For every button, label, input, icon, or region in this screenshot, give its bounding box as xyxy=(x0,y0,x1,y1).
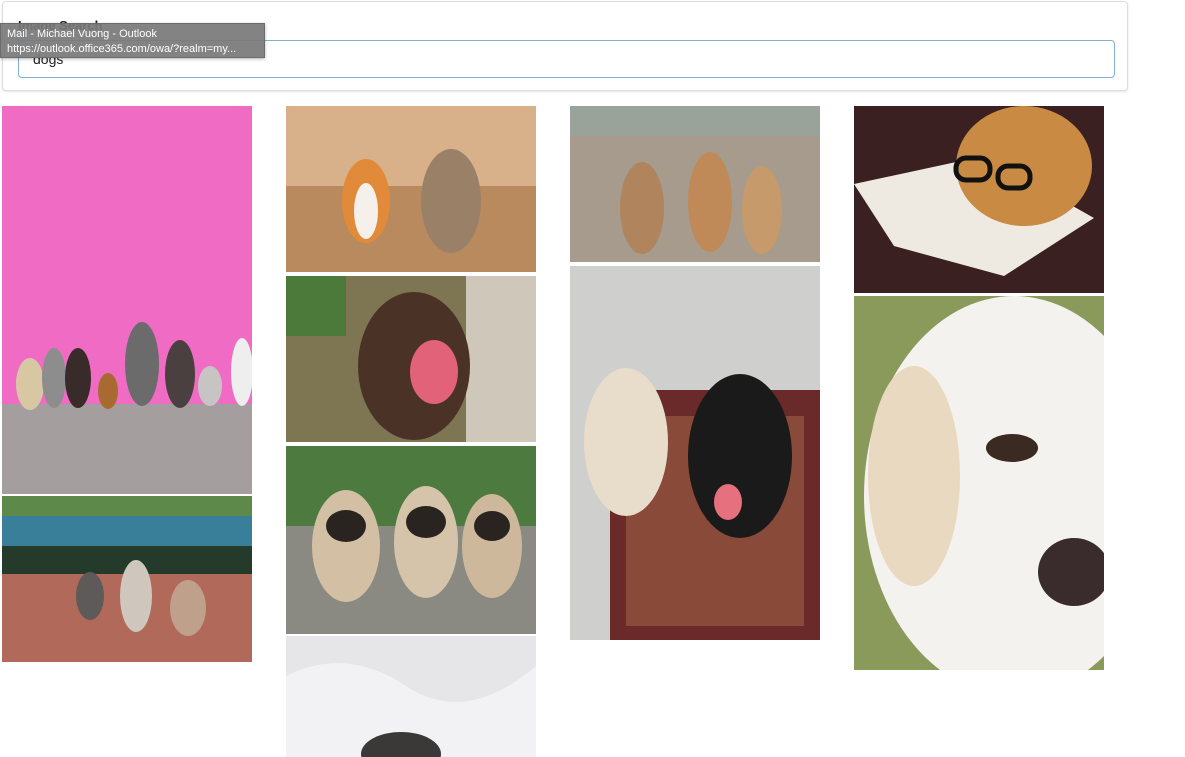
tooltip-url: https://outlook.office365.com/owa/?realm… xyxy=(7,43,237,55)
image-icon xyxy=(570,106,820,262)
image-icon xyxy=(854,296,1104,670)
image-icon xyxy=(286,106,536,272)
photo-dog-tongue[interactable] xyxy=(286,276,536,442)
photo-corgi-yorkie[interactable] xyxy=(286,106,536,272)
photo-dogs-pink-wall[interactable] xyxy=(2,106,252,494)
photo-dogs-street[interactable] xyxy=(2,496,252,662)
image-icon xyxy=(286,636,536,757)
photo-dog-blanket[interactable] xyxy=(286,636,536,757)
photo-two-dogs-rug[interactable] xyxy=(570,266,820,640)
photo-three-puppies[interactable] xyxy=(570,106,820,262)
image-icon xyxy=(2,106,252,494)
image-icon xyxy=(2,496,252,662)
photo-three-pugs[interactable] xyxy=(286,446,536,634)
photo-white-retriever[interactable] xyxy=(854,296,1104,670)
photo-dog-glasses[interactable] xyxy=(854,106,1104,293)
image-icon xyxy=(286,276,536,442)
image-icon xyxy=(570,266,820,640)
image-icon xyxy=(854,106,1104,293)
image-icon xyxy=(286,446,536,634)
tab-tooltip: Mail - Michael Vuong - Outlook https://o… xyxy=(0,23,265,58)
tooltip-title: Mail - Michael Vuong - Outlook xyxy=(7,28,157,40)
